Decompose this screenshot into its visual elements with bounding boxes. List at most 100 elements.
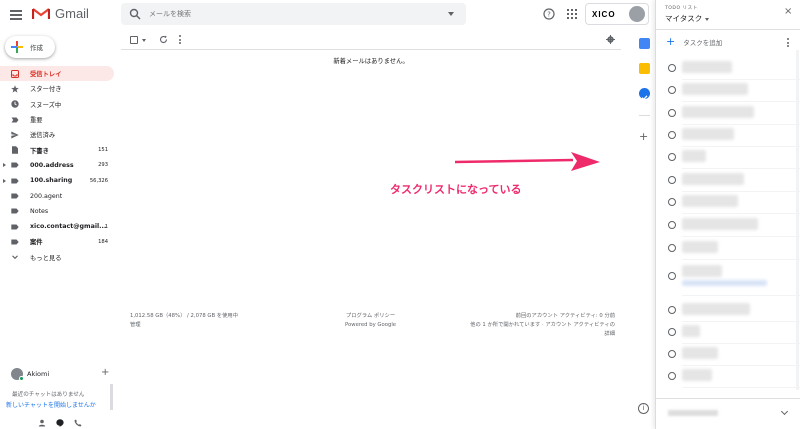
task-title-redacted <box>682 106 754 118</box>
tasks-icon[interactable] <box>639 88 650 101</box>
info-icon[interactable]: i <box>638 403 649 414</box>
sidebar-item-200-agent[interactable]: 200.agent <box>0 188 114 203</box>
task-divider <box>682 213 800 214</box>
chevron-down-icon <box>11 253 19 261</box>
expand-caret-icon[interactable] <box>3 178 6 183</box>
tasks-subtitle: TODO リスト <box>665 6 698 11</box>
task-item[interactable] <box>656 103 800 125</box>
add-task-button[interactable]: + タスクを追加 <box>666 35 722 48</box>
task-complete-checkbox[interactable] <box>668 131 676 139</box>
task-item[interactable] <box>656 322 800 344</box>
task-title-redacted <box>682 195 738 207</box>
sidebar-item-label: 重要 <box>30 117 43 125</box>
sidebar-item-drafts[interactable]: 下書き 151 <box>0 142 114 157</box>
task-item[interactable] <box>656 125 800 147</box>
task-complete-checkbox[interactable] <box>668 328 676 336</box>
task-item[interactable] <box>656 170 800 192</box>
sidebar-item-inbox[interactable]: 受信トレイ <box>0 66 114 82</box>
task-complete-checkbox[interactable] <box>668 109 676 117</box>
sidebar-item-projects[interactable]: 案件 184 <box>0 234 114 249</box>
task-complete-checkbox[interactable] <box>668 86 676 94</box>
expand-caret-icon[interactable] <box>3 163 6 168</box>
task-title-redacted <box>682 303 750 315</box>
label-icon <box>11 207 19 215</box>
activity-details-link[interactable]: 詳細 <box>470 330 615 339</box>
start-chat-link[interactable]: 新しいチャットを開始しませんか <box>6 400 96 409</box>
sidebar-item-important[interactable]: 重要 <box>0 112 114 127</box>
select-all-checkbox[interactable] <box>130 36 138 44</box>
policy-footer: プログラム ポリシー Powered by Google <box>345 312 396 330</box>
account-chip[interactable]: XICO <box>585 3 649 25</box>
task-complete-checkbox[interactable] <box>668 198 676 206</box>
close-icon[interactable]: × <box>784 6 792 17</box>
task-item[interactable] <box>656 300 800 322</box>
person-icon[interactable] <box>38 412 46 427</box>
keep-icon[interactable] <box>639 63 650 74</box>
program-policy-link[interactable]: プログラム ポリシー <box>345 312 396 321</box>
task-complete-checkbox[interactable] <box>668 244 676 252</box>
hangouts-icon[interactable] <box>56 412 64 427</box>
gear-icon[interactable] <box>606 35 615 44</box>
sidebar-item-snoozed[interactable]: スヌーズ中 <box>0 97 114 112</box>
compose-button[interactable]: 作成 <box>5 36 55 58</box>
chevron-down-icon <box>705 17 710 21</box>
task-item[interactable] <box>656 80 800 102</box>
task-item[interactable] <box>656 215 800 237</box>
sidebar-item-100-sharing[interactable]: 100.sharing 56,326 <box>0 173 114 188</box>
hangouts-scrollbar[interactable] <box>110 384 113 410</box>
avatar[interactable] <box>629 6 645 22</box>
sidebar-item-notes[interactable]: Notes <box>0 204 114 219</box>
search-bar[interactable] <box>121 3 466 25</box>
task-complete-checkbox[interactable] <box>668 64 676 72</box>
draft-icon <box>11 146 19 154</box>
new-chat-plus-icon[interactable]: + <box>101 367 109 378</box>
task-item[interactable] <box>656 192 800 214</box>
hangouts-user-name[interactable]: Akiomi <box>27 370 49 378</box>
task-complete-checkbox[interactable] <box>668 272 676 280</box>
sidebar-item-starred[interactable]: スター付き <box>0 81 114 96</box>
task-title-redacted <box>682 150 706 162</box>
task-item[interactable] <box>656 366 800 388</box>
hangouts-tabs <box>38 412 82 427</box>
gmail-logo[interactable]: Gmail <box>32 6 89 21</box>
phone-icon[interactable] <box>74 412 82 427</box>
search-options-icon[interactable] <box>448 12 454 16</box>
task-item[interactable] <box>656 58 800 80</box>
add-addon-plus-icon[interactable]: + <box>639 130 648 143</box>
task-item[interactable] <box>656 147 800 169</box>
main-menu-icon[interactable] <box>10 10 22 20</box>
more-options-icon[interactable] <box>787 38 790 47</box>
task-item[interactable] <box>656 262 800 296</box>
refresh-icon[interactable] <box>159 35 168 44</box>
sidebar-item-xico-contact[interactable]: xico.contact@gmail... 1 <box>0 219 114 234</box>
help-icon[interactable]: ? <box>543 8 555 20</box>
more-options-icon[interactable] <box>179 35 182 44</box>
search-icon[interactable] <box>129 8 141 20</box>
task-divider <box>682 101 800 102</box>
sidebar-item-sent[interactable]: 送信済み <box>0 127 114 142</box>
task-complete-checkbox[interactable] <box>668 153 676 161</box>
calendar-icon[interactable] <box>639 38 650 49</box>
task-complete-checkbox[interactable] <box>668 372 676 380</box>
task-item[interactable] <box>656 344 800 366</box>
task-complete-checkbox[interactable] <box>668 221 676 229</box>
task-complete-checkbox[interactable] <box>668 350 676 358</box>
unread-count: 184 <box>98 238 108 245</box>
task-item[interactable] <box>656 238 800 260</box>
task-complete-checkbox[interactable] <box>668 306 676 314</box>
app-name: Gmail <box>55 6 89 21</box>
search-input[interactable] <box>149 10 449 18</box>
task-title-redacted <box>682 325 700 337</box>
manage-storage-link[interactable]: 管理 <box>130 321 238 330</box>
sidebar-item-more[interactable]: もっと見る <box>0 250 114 265</box>
unread-count: 1 <box>104 223 108 230</box>
sidebar-item-000-address[interactable]: 000.address 293 <box>0 158 114 173</box>
apps-icon[interactable] <box>567 9 577 19</box>
plus-icon: + <box>666 35 676 48</box>
task-title-redacted <box>682 241 718 253</box>
tasks-list-selector[interactable]: マイタスク <box>665 13 710 24</box>
task-divider <box>682 168 800 169</box>
task-complete-checkbox[interactable] <box>668 176 676 184</box>
select-options-chevron-icon[interactable] <box>142 39 146 42</box>
completed-tasks-toggle[interactable] <box>656 398 800 429</box>
